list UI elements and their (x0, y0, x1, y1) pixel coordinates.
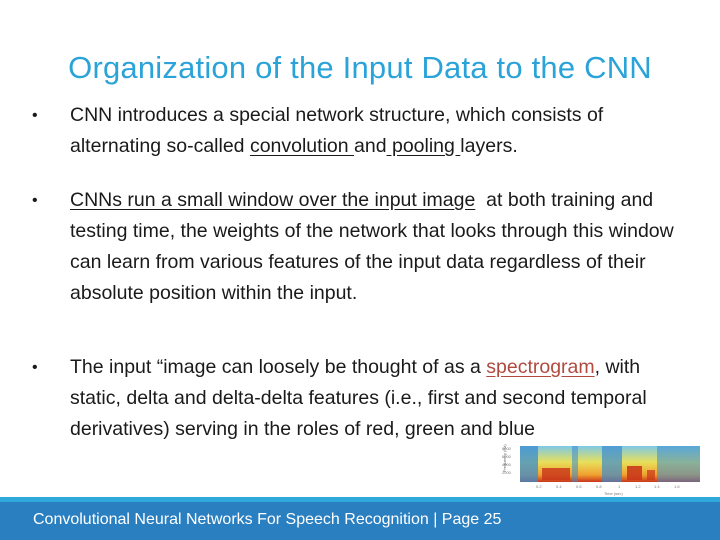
bullet-item: • CNN introduces a special network struc… (28, 100, 688, 162)
spectro-tail (657, 446, 700, 482)
spectro-energy (627, 466, 642, 480)
xtick: 0.6 (576, 484, 582, 489)
xtick: 1.6 (674, 484, 680, 489)
underlined-phrase: CNNs run a small window over the input i… (70, 189, 476, 211)
bullet-text: and (354, 135, 387, 157)
xtick: 0.4 (556, 484, 562, 489)
spectrogram-xticks: 0.2 0.4 0.6 0.8 1 1.2 1.4 1.6 (536, 484, 680, 489)
footer-text: Convolutional Neural Networks For Speech… (33, 511, 502, 528)
ytick: 6000 (502, 454, 512, 459)
ytick: 2000 (502, 470, 512, 475)
bullet-dot: • (32, 107, 38, 124)
spectrogram-image: Frequency (Hz) 8000 6000 4000 2000 0.2 0… (502, 444, 700, 496)
spectrogram-link[interactable]: spectrogram (486, 356, 594, 378)
spectro-energy (647, 470, 655, 480)
spectro-gap (602, 446, 622, 482)
bullet-dot: • (32, 359, 38, 376)
bullet-item: • CNNs run a small window over the input… (28, 185, 688, 309)
bullet-text: layers. (460, 135, 518, 157)
underlined-term-pooling: pooling (386, 135, 461, 157)
bullet-dot: • (32, 192, 38, 209)
spectro-silence (520, 446, 538, 482)
xtick: 1 (618, 484, 621, 489)
footer-band: Convolutional Neural Networks For Speech… (0, 502, 720, 540)
slide-title: Organization of the Input Data to the CN… (68, 50, 652, 85)
spectrogram-xlabel: Time (sec) (604, 491, 623, 496)
xtick: 0.2 (536, 484, 542, 489)
xtick: 1.2 (635, 484, 641, 489)
xtick: 0.8 (596, 484, 602, 489)
ytick: 4000 (502, 462, 512, 467)
bullet-item: • The input “image can loosely be though… (28, 352, 688, 445)
xtick: 1.4 (654, 484, 660, 489)
bullet-text: The input “image can loosely be thought … (70, 356, 487, 378)
spectro-gap (572, 446, 578, 482)
ytick: 8000 (502, 446, 512, 451)
spectro-energy (542, 468, 570, 480)
underlined-term-convolution: convolution (249, 135, 355, 157)
